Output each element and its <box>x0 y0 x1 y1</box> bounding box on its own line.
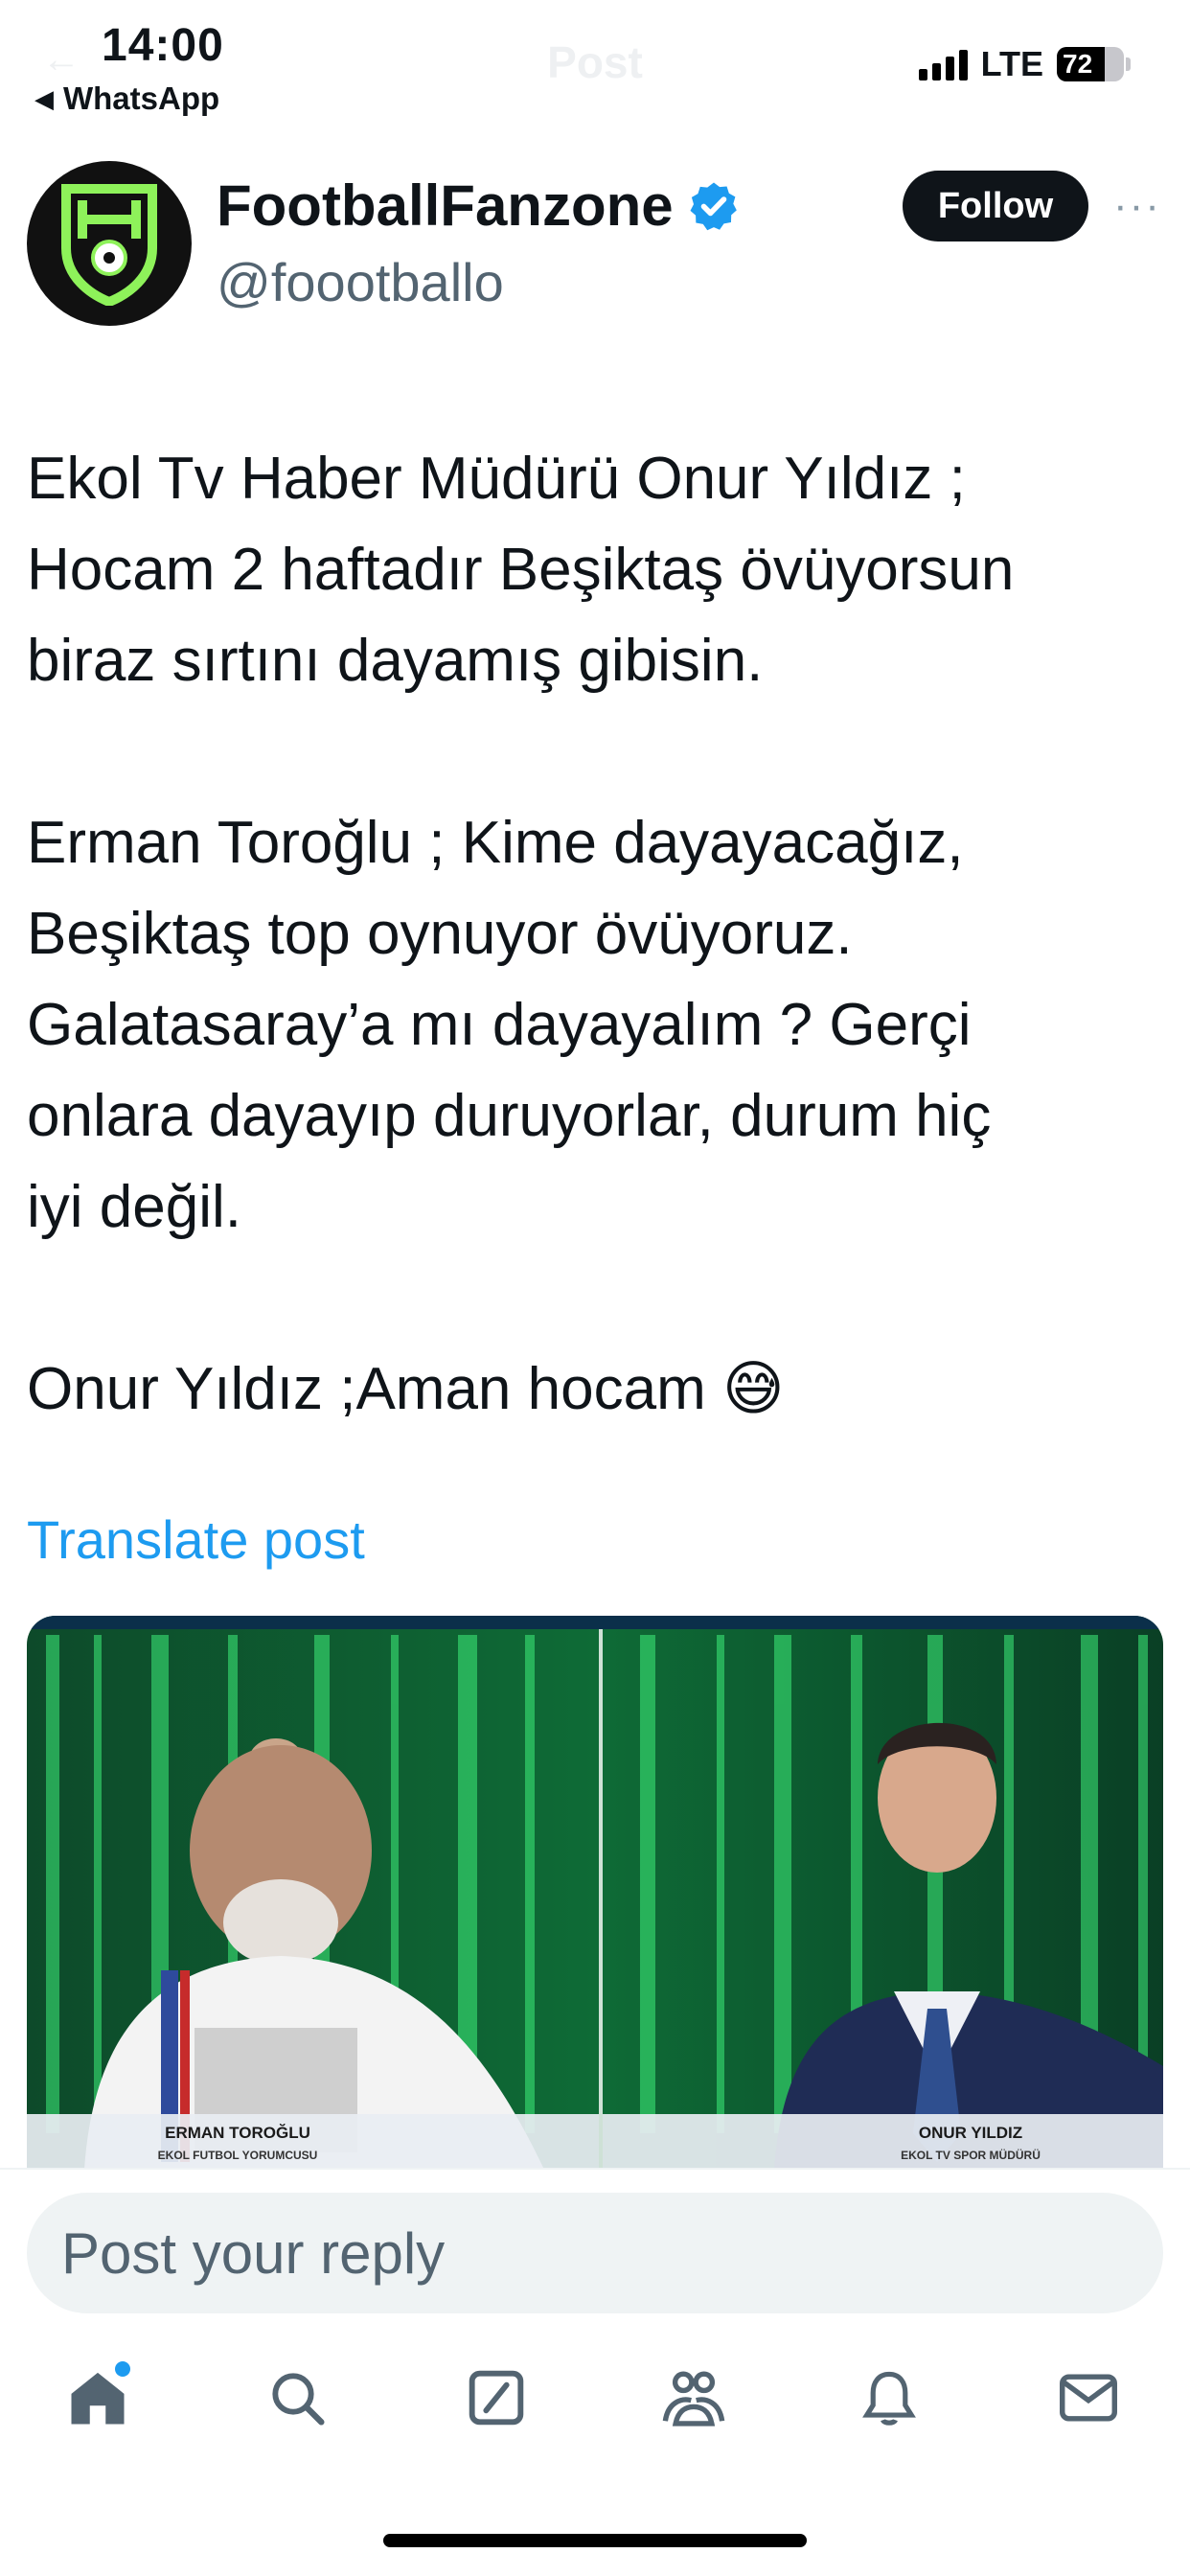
search-icon[interactable] <box>259 2359 335 2436</box>
home-icon[interactable] <box>59 2359 136 2436</box>
back-to-app-link[interactable]: ◀ WhatsApp <box>34 80 219 117</box>
signal-icon <box>918 48 968 80</box>
battery-tip <box>1126 58 1131 71</box>
more-options-icon[interactable]: ··· <box>1113 182 1161 230</box>
left-caption-name: ERMAN TOROĞLU <box>165 2124 310 2142</box>
network-type: LTE <box>980 44 1043 83</box>
status-indicators: LTE 72 <box>918 44 1131 84</box>
verified-badge-icon <box>690 182 737 230</box>
communities-icon[interactable] <box>655 2359 732 2436</box>
tv-studio-image: ERMAN TOROĞLU EKOL FUTBOL YORUMCUSU ONUR… <box>27 1616 1163 2170</box>
right-caption-name: ONUR YILDIZ <box>919 2124 1022 2142</box>
reply-input[interactable] <box>27 2193 1163 2313</box>
left-caption-role: EKOL FUTBOL YORUMCUSU <box>158 2149 318 2162</box>
bottom-tab-bar <box>0 2359 1190 2451</box>
battery-icon: 72 <box>1057 47 1124 81</box>
post-paragraph: Ekol Tv Haber Müdürü Onur Yıldız ; Hocam… <box>27 446 1015 694</box>
battery-percent: 72 <box>1063 49 1093 79</box>
fanzone-logo-icon <box>61 184 157 306</box>
home-indicator <box>383 2534 807 2547</box>
follow-button[interactable]: Follow <box>903 171 1088 242</box>
status-time: 14:00 <box>102 20 224 71</box>
translate-post-link[interactable]: Translate post <box>27 1508 365 1571</box>
author-name[interactable]: FootballFanzone <box>217 172 741 239</box>
right-caption-role: EKOL TV SPOR MÜDÜRÜ <box>901 2148 1041 2162</box>
back-app-label: WhatsApp <box>63 80 220 116</box>
post-paragraph: Erman Toroğlu ; Kime dayayacağız, Beşikt… <box>27 810 992 1240</box>
messages-icon[interactable] <box>1050 2359 1127 2436</box>
post-text: Ekol Tv Haber Müdürü Onur Yıldız ; Hocam… <box>27 433 1167 1435</box>
author-handle[interactable]: @foootballo <box>217 251 504 313</box>
post-paragraph: Onur Yıldız ;Aman hocam 😅 <box>27 1356 785 1422</box>
avatar[interactable] <box>27 161 192 326</box>
post-media-image[interactable]: ERMAN TOROĞLU EKOL FUTBOL YORUMCUSU ONUR… <box>27 1616 1163 2170</box>
author-display-name: FootballFanzone <box>217 173 674 238</box>
reply-divider <box>0 2168 1190 2170</box>
back-triangle-icon: ◀ <box>34 83 54 113</box>
notifications-icon[interactable] <box>851 2359 927 2436</box>
grok-icon[interactable] <box>458 2359 535 2436</box>
